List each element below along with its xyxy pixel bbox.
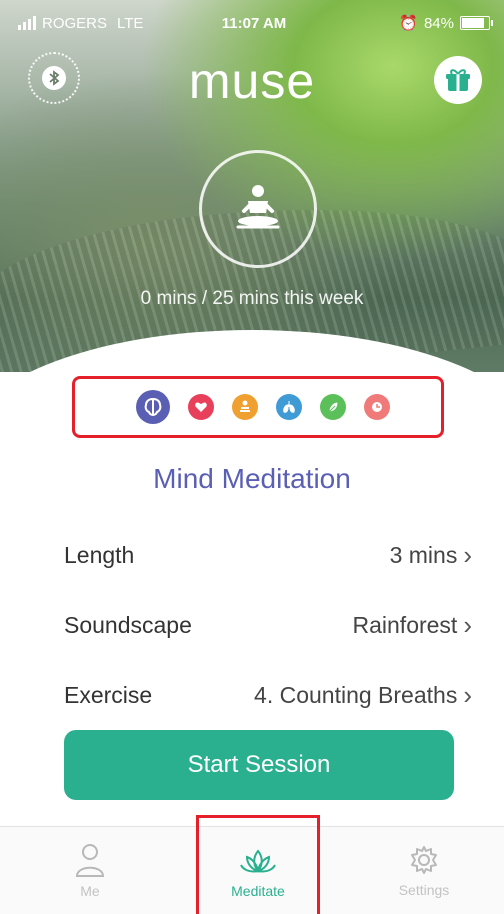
length-row[interactable]: Length 3 mins › (64, 535, 472, 575)
meditation-title: Mind Meditation (153, 463, 351, 494)
tab-bar: Me Meditate Settings (0, 815, 504, 914)
status-right: ⏰ 84% (399, 14, 493, 32)
tab-meditate[interactable]: Meditate (196, 815, 320, 914)
soundscape-label: Soundscape (64, 611, 192, 638)
signal-icon (18, 16, 36, 30)
weekly-progress-text: 0 mins / 25 mins this week (140, 288, 364, 309)
status-bar: ROGERS LTE 11:07 AM ⏰ 84% (18, 10, 493, 36)
lungs-icon (283, 401, 295, 413)
battery-fill (462, 18, 484, 28)
length-label: Length (64, 541, 135, 568)
exercise-label: Exercise (64, 681, 153, 708)
brain-icon (144, 397, 162, 417)
start-session-button[interactable]: Start Session (64, 730, 454, 800)
muse-logo: muse (188, 53, 316, 109)
battery-icon (460, 16, 493, 30)
exercise-row[interactable]: Exercise 4. Counting Breaths › (64, 675, 472, 715)
network-type: LTE (117, 14, 144, 32)
chevron-right-icon: › (463, 680, 472, 710)
meditation-pose-icon (236, 185, 280, 229)
type-mind[interactable] (136, 390, 170, 424)
exercise-value: 4. Counting Breaths (254, 681, 458, 708)
type-nature[interactable] (320, 394, 346, 420)
soundscape-value: Rainforest (352, 611, 458, 638)
meditation-session-button[interactable] (199, 150, 317, 268)
tab-settings[interactable]: Settings (344, 827, 504, 914)
hero-banner: ROGERS LTE 11:07 AM ⏰ 84% muse 0 mins / … (0, 0, 504, 372)
carrier-name: ROGERS (42, 14, 108, 32)
chevron-right-icon: › (463, 610, 472, 640)
chevron-right-icon: › (463, 540, 472, 570)
gear-icon (411, 846, 437, 874)
meditation-type-selector (72, 376, 444, 438)
gift-icon (446, 69, 470, 91)
length-value-group: 3 mins › (390, 542, 472, 569)
type-timer[interactable] (364, 394, 390, 420)
length-value: 3 mins (389, 541, 458, 568)
soundscape-row[interactable]: Soundscape Rainforest › (64, 605, 472, 645)
body-icon (240, 400, 250, 412)
tab-me[interactable]: Me (10, 827, 170, 914)
leaf-icon (328, 401, 339, 413)
muse-app-screen: ROGERS LTE 11:07 AM ⏰ 84% muse 0 mins / … (0, 0, 504, 914)
tab-me-label: Me (80, 883, 100, 899)
tab-meditate-label: Meditate (231, 882, 285, 899)
type-body[interactable] (232, 394, 258, 420)
lotus-icon (240, 848, 276, 873)
alarm-icon: ⏰ (399, 15, 418, 32)
type-heart[interactable] (188, 394, 214, 420)
gift-button[interactable] (434, 56, 482, 104)
timer-icon (372, 402, 382, 412)
person-icon (75, 844, 105, 877)
soundscape-value-group: Rainforest › (353, 612, 473, 639)
exercise-value-group: 4. Counting Breaths › (254, 682, 472, 709)
type-breath[interactable] (276, 394, 302, 420)
battery-percent: 84% (423, 14, 454, 32)
tab-settings-label: Settings (398, 882, 450, 898)
status-time: 11:07 AM (221, 14, 287, 32)
heart-icon (195, 402, 207, 412)
